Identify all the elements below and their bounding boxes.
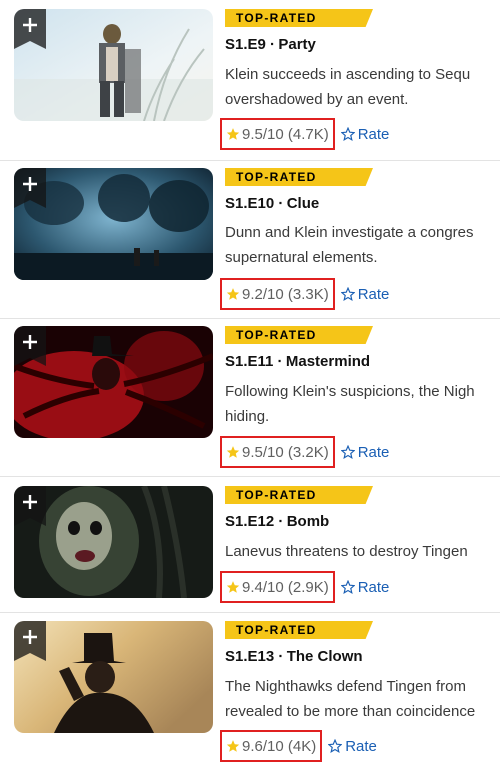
episode-description: The Nighthawks defend Tingen from reveal… bbox=[225, 674, 500, 724]
episode-description: Following Klein's suspicions, the Nigh h… bbox=[225, 379, 500, 429]
add-to-watchlist-button[interactable] bbox=[14, 9, 46, 49]
description-line: The Nighthawks defend Tingen from bbox=[225, 678, 466, 695]
episode-title[interactable]: S1.E13 ∙ The Clown bbox=[225, 648, 363, 665]
rating-value: 9.5/10 (4.7K) bbox=[242, 125, 329, 143]
episode-title[interactable]: S1.E12 ∙ Bomb bbox=[225, 513, 329, 530]
rate-label: Rate bbox=[357, 125, 390, 143]
add-to-watchlist-button[interactable] bbox=[14, 326, 46, 366]
description-line: hiding. bbox=[225, 408, 270, 425]
episode-thumbnail[interactable] bbox=[14, 9, 213, 121]
star-outline-icon bbox=[340, 580, 355, 594]
top-rated-badge: TOP-RATED bbox=[225, 9, 373, 27]
description-line: Klein succeeds in ascending to Sequ bbox=[225, 66, 471, 83]
episode-title[interactable]: S1.E11 ∙ Mastermind bbox=[225, 353, 370, 370]
star-outline-icon bbox=[328, 739, 343, 753]
episode-description: Dunn and Klein investigate a congres sup… bbox=[225, 220, 500, 270]
description-line: overshadowed by an event. bbox=[225, 91, 409, 108]
rating-value: 9.5/10 (3.2K) bbox=[242, 443, 329, 461]
star-icon bbox=[226, 740, 240, 752]
rate-button[interactable]: Rate bbox=[340, 578, 390, 596]
description-line: Lanevus threatens to destroy Tingen bbox=[225, 543, 468, 560]
top-rated-badge: TOP-RATED bbox=[225, 168, 373, 186]
top-rated-badge: TOP-RATED bbox=[225, 486, 373, 504]
rate-label: Rate bbox=[357, 285, 390, 303]
episode-item: TOP-RATED S1.E9 ∙ Party Klein succeeds i… bbox=[0, 0, 500, 161]
rating-row: 9.6/10 (4K) Rate bbox=[220, 729, 377, 763]
rating-highlight: 9.4/10 (2.9K) bbox=[220, 571, 335, 603]
rate-label: Rate bbox=[357, 443, 390, 461]
episode-thumbnail[interactable] bbox=[14, 486, 213, 598]
star-icon bbox=[226, 446, 240, 458]
episode-thumbnail[interactable] bbox=[14, 168, 213, 280]
episode-item: TOP-RATED S1.E10 ∙ Clue Dunn and Klein i… bbox=[0, 161, 500, 319]
episode-item: TOP-RATED S1.E13 ∙ The Clown The Nightha… bbox=[0, 613, 500, 764]
description-line: Dunn and Klein investigate a congres bbox=[225, 224, 474, 241]
rating-highlight: 9.2/10 (3.3K) bbox=[220, 278, 335, 310]
add-to-watchlist-button[interactable] bbox=[14, 486, 46, 526]
rate-label: Rate bbox=[357, 578, 390, 596]
episode-item: TOP-RATED S1.E12 ∙ Bomb Lanevus threaten… bbox=[0, 477, 500, 613]
description-line: supernatural elements. bbox=[225, 249, 378, 266]
rating-row: 9.5/10 (4.7K) Rate bbox=[220, 117, 389, 151]
star-outline-icon bbox=[340, 287, 355, 301]
rate-label: Rate bbox=[345, 737, 377, 755]
rating-value: 9.6/10 (4K) bbox=[242, 737, 317, 755]
description-line: Following Klein's suspicions, the Nigh bbox=[225, 383, 475, 400]
rate-button[interactable]: Rate bbox=[340, 285, 390, 303]
rating-value: 9.4/10 (2.9K) bbox=[242, 578, 329, 596]
star-outline-icon bbox=[340, 127, 355, 141]
top-rated-badge: TOP-RATED bbox=[225, 326, 373, 344]
episode-description: Lanevus threatens to destroy Tingen bbox=[225, 539, 500, 564]
star-icon bbox=[226, 288, 240, 300]
rate-button[interactable]: Rate bbox=[340, 125, 390, 143]
star-icon bbox=[226, 581, 240, 593]
add-to-watchlist-button[interactable] bbox=[14, 621, 46, 661]
rating-highlight: 9.6/10 (4K) bbox=[220, 730, 323, 762]
rating-value: 9.2/10 (3.3K) bbox=[242, 285, 329, 303]
add-to-watchlist-button[interactable] bbox=[14, 168, 46, 208]
rating-highlight: 9.5/10 (4.7K) bbox=[220, 118, 335, 150]
rating-row: 9.2/10 (3.3K) Rate bbox=[220, 277, 389, 311]
top-rated-badge: TOP-RATED bbox=[225, 621, 373, 639]
episode-title[interactable]: S1.E9 ∙ Party bbox=[225, 36, 316, 53]
description-line: revealed to be more than coincidence bbox=[225, 703, 476, 720]
episode-thumbnail[interactable] bbox=[14, 326, 213, 438]
rate-button[interactable]: Rate bbox=[340, 443, 390, 461]
episode-title[interactable]: S1.E10 ∙ Clue bbox=[225, 195, 319, 212]
star-icon bbox=[226, 128, 240, 140]
episode-description: Klein succeeds in ascending to Sequ over… bbox=[225, 62, 500, 112]
episode-thumbnail[interactable] bbox=[14, 621, 213, 733]
episode-item: TOP-RATED S1.E11 ∙ Mastermind Following … bbox=[0, 319, 500, 477]
rating-highlight: 9.5/10 (3.2K) bbox=[220, 436, 335, 468]
rating-row: 9.5/10 (3.2K) Rate bbox=[220, 435, 389, 469]
rate-button[interactable]: Rate bbox=[328, 738, 377, 755]
star-outline-icon bbox=[340, 445, 355, 459]
rating-row: 9.4/10 (2.9K) Rate bbox=[220, 570, 389, 604]
